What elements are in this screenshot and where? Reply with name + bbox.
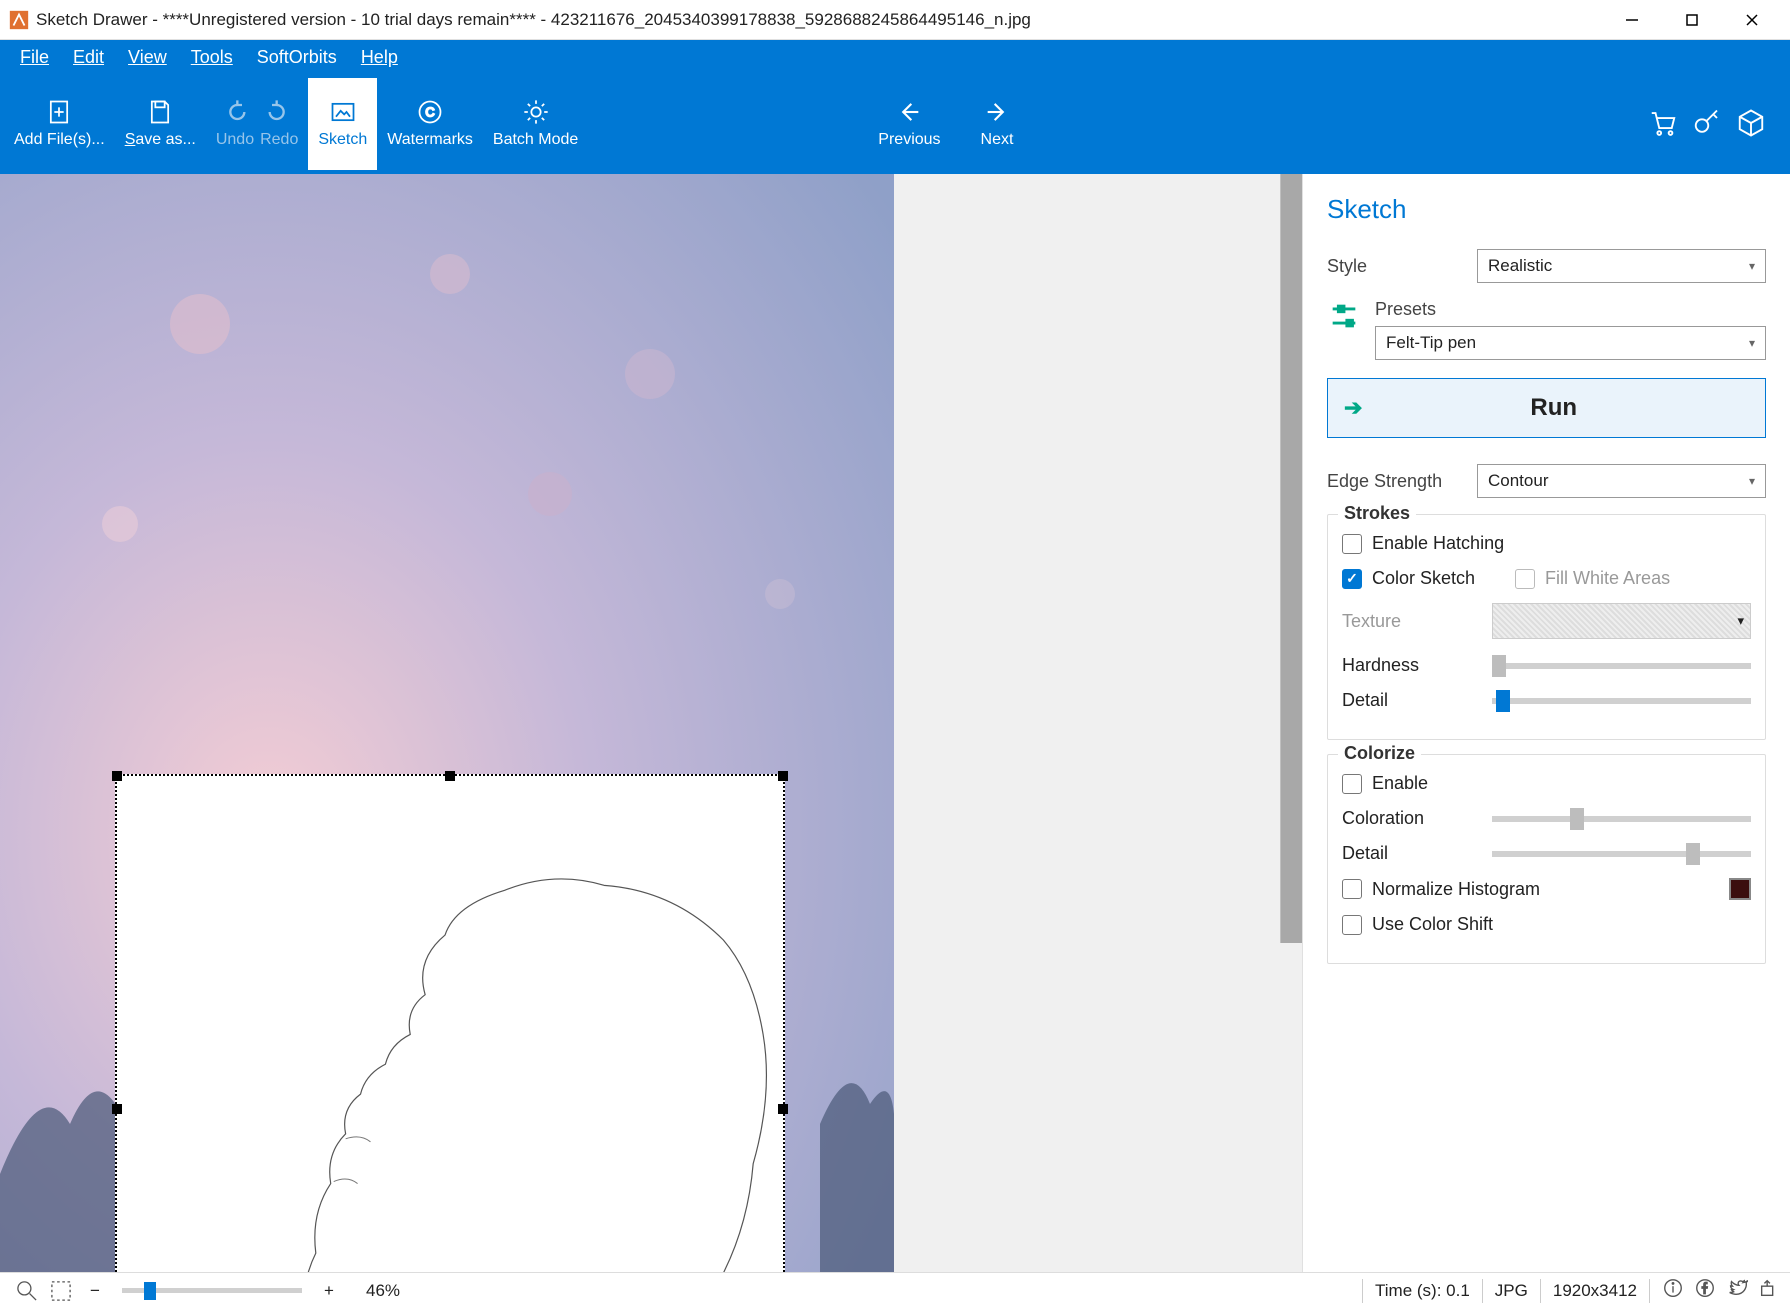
share-icon[interactable]: [1758, 1277, 1780, 1304]
sketch-preview: [117, 776, 783, 1272]
window-title: Sketch Drawer - ****Unregistered version…: [36, 10, 1602, 30]
menubar: File Edit View Tools SoftOrbits Help: [0, 40, 1790, 74]
sliders-icon: [1327, 299, 1361, 336]
zoom-actual-icon[interactable]: [14, 1278, 40, 1304]
toolbar: Add File(s)... Save as... Undo Redo Sket…: [0, 74, 1790, 174]
minimize-button[interactable]: [1602, 0, 1662, 40]
twitter-icon[interactable]: [1726, 1277, 1748, 1304]
redo-button[interactable]: Redo: [250, 78, 308, 170]
previous-button[interactable]: Previous: [868, 78, 950, 170]
edge-strength-select[interactable]: Contour▾: [1477, 464, 1766, 498]
handle-top-mid[interactable]: [445, 771, 455, 781]
vertical-scrollbar[interactable]: [1280, 174, 1302, 943]
menu-view[interactable]: View: [116, 43, 179, 72]
selection-box[interactable]: [115, 774, 785, 1272]
key-icon[interactable]: [1692, 108, 1722, 141]
edge-strength-label: Edge Strength: [1327, 471, 1477, 492]
sidebar-title: Sketch: [1327, 194, 1766, 225]
handle-top-left[interactable]: [112, 771, 122, 781]
chevron-down-icon: ▾: [1749, 336, 1755, 350]
info-icon[interactable]: [1662, 1277, 1684, 1304]
style-label: Style: [1327, 256, 1477, 277]
hardness-label: Hardness: [1342, 655, 1492, 676]
run-button[interactable]: ➔ Run: [1327, 378, 1766, 438]
zoom-fit-icon[interactable]: [48, 1278, 74, 1304]
handle-mid-right[interactable]: [778, 1104, 788, 1114]
add-files-button[interactable]: Add File(s)...: [4, 78, 115, 170]
menu-file[interactable]: File: [8, 43, 61, 72]
normalize-histogram-checkbox[interactable]: Normalize Histogram: [1342, 878, 1751, 900]
package-icon[interactable]: [1736, 108, 1766, 141]
coloration-label: Coloration: [1342, 808, 1492, 829]
enable-hatching-checkbox[interactable]: Enable Hatching: [1342, 533, 1751, 554]
zoom-slider[interactable]: [122, 1288, 302, 1293]
colorize-group: Colorize Enable Coloration Detail Normal…: [1327, 754, 1766, 964]
zoom-percent: 46%: [366, 1281, 400, 1301]
arrow-right-icon: ➔: [1344, 395, 1362, 421]
strokes-group: Strokes Enable Hatching Color Sketch Fil…: [1327, 514, 1766, 740]
coloration-slider[interactable]: [1492, 816, 1751, 822]
color-shift-checkbox[interactable]: Use Color Shift: [1342, 914, 1751, 935]
zoom-out-button[interactable]: −: [82, 1278, 108, 1304]
time-label: Time (s): 0.1: [1375, 1281, 1470, 1301]
statusbar: − + 46% Time (s): 0.1 JPG 1920x3412: [0, 1272, 1790, 1308]
presets-label: Presets: [1375, 299, 1766, 320]
hardness-slider[interactable]: [1492, 663, 1751, 669]
sketch-button[interactable]: Sketch: [308, 78, 377, 170]
zoom-in-button[interactable]: +: [316, 1278, 342, 1304]
app-icon: [8, 9, 30, 31]
presets-select[interactable]: Felt-Tip pen▾: [1375, 326, 1766, 360]
texture-select[interactable]: ▾: [1492, 603, 1751, 639]
texture-label: Texture: [1342, 611, 1492, 632]
menu-edit[interactable]: Edit: [61, 43, 116, 72]
detail-slider[interactable]: [1492, 698, 1751, 704]
chevron-down-icon: ▾: [1749, 474, 1755, 488]
svg-text:C: C: [425, 105, 434, 120]
fill-white-checkbox[interactable]: Fill White Areas: [1515, 568, 1670, 589]
dimensions-label: 1920x3412: [1553, 1281, 1637, 1301]
menu-tools[interactable]: Tools: [179, 43, 245, 72]
colorize-enable-checkbox[interactable]: Enable: [1342, 773, 1751, 794]
close-button[interactable]: [1722, 0, 1782, 40]
style-select[interactable]: Realistic▾: [1477, 249, 1766, 283]
colorize-detail-slider[interactable]: [1492, 851, 1751, 857]
handle-mid-left[interactable]: [112, 1104, 122, 1114]
save-as-button[interactable]: Save as...: [115, 78, 206, 170]
menu-softorbits[interactable]: SoftOrbits: [245, 43, 349, 72]
cart-icon[interactable]: [1648, 108, 1678, 141]
chevron-down-icon: ▾: [1749, 259, 1755, 273]
watermarks-button[interactable]: C Watermarks: [377, 78, 483, 170]
handle-top-right[interactable]: [778, 771, 788, 781]
next-button[interactable]: Next: [971, 78, 1024, 170]
chevron-down-icon: ▾: [1737, 613, 1744, 629]
color-swatch[interactable]: [1729, 878, 1751, 900]
detail-label: Detail: [1342, 690, 1492, 711]
titlebar: Sketch Drawer - ****Unregistered version…: [0, 0, 1790, 40]
menu-help[interactable]: Help: [349, 43, 410, 72]
batch-mode-button[interactable]: Batch Mode: [483, 78, 588, 170]
sidebar: Sketch Style Realistic▾ Presets Felt-Tip…: [1302, 174, 1790, 1272]
format-label: JPG: [1495, 1281, 1528, 1301]
colorize-detail-label: Detail: [1342, 843, 1492, 864]
facebook-icon[interactable]: [1694, 1277, 1716, 1304]
maximize-button[interactable]: [1662, 0, 1722, 40]
window-controls: [1602, 0, 1782, 40]
color-sketch-checkbox[interactable]: Color Sketch: [1342, 568, 1475, 589]
canvas-area[interactable]: [0, 174, 1302, 1272]
